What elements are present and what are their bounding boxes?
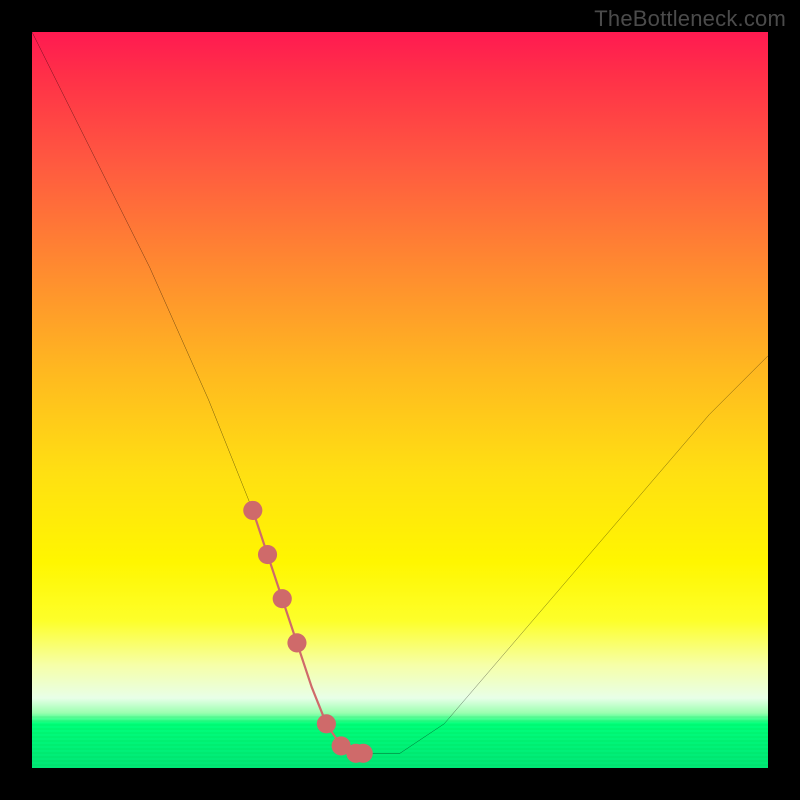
highlight-dot — [258, 545, 277, 564]
highlight-dot — [243, 501, 262, 520]
bottleneck-curve — [32, 32, 768, 753]
highlight-dot — [354, 744, 373, 763]
curve-layer — [32, 32, 768, 768]
highlight-dot — [273, 589, 292, 608]
chart-frame: TheBottleneck.com — [0, 0, 800, 800]
watermark-label: TheBottleneck.com — [594, 6, 786, 32]
plot-area — [32, 32, 768, 768]
highlight-dot — [317, 714, 336, 733]
highlight-dot — [287, 633, 306, 652]
